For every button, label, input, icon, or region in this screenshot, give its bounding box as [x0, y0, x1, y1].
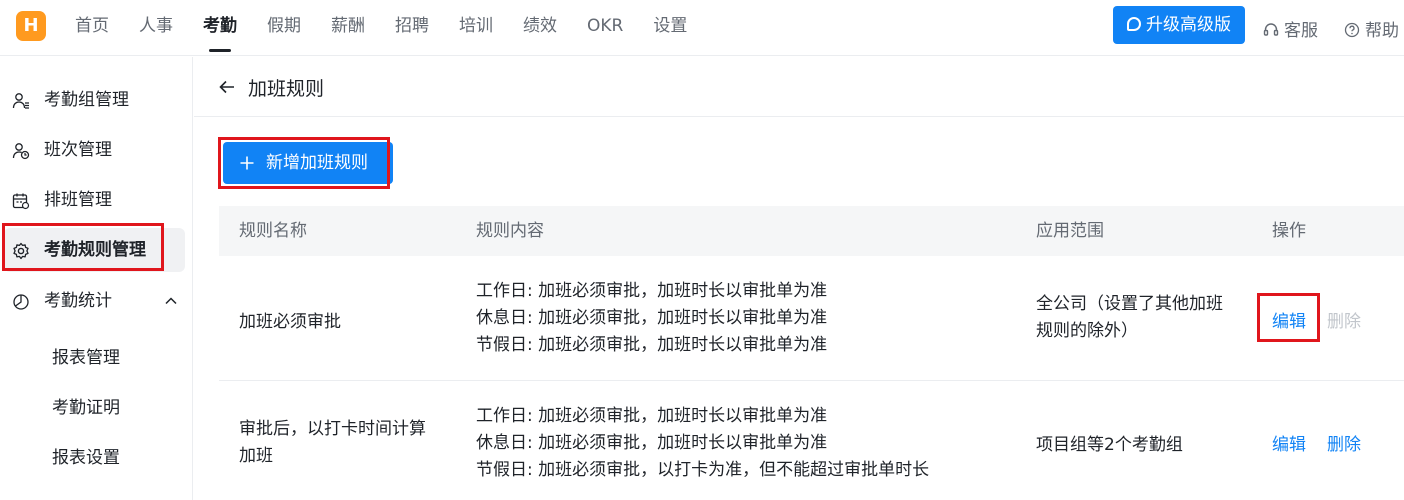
nav-item-settings[interactable]: 设置 — [653, 0, 687, 56]
main-nav: 首页 人事 考勤 假期 薪酬 招聘 培训 绩效 OKR 设置 — [60, 0, 717, 56]
sidebar-item-attendance-rules[interactable]: 考勤规则管理 — [4, 228, 185, 272]
plus-icon — [240, 156, 254, 170]
column-header-scope: 应用范围 — [1036, 221, 1104, 241]
shift-icon — [12, 143, 30, 160]
rule-name-cell: 审批后，以打卡时间计算 加班 — [239, 416, 426, 470]
rule-content-line: 工作日: 加班必须审批，加班时长以审批单为准 — [476, 406, 828, 426]
help-link[interactable]: 帮助 — [1344, 16, 1399, 41]
edit-button[interactable]: 编辑 — [1272, 430, 1306, 455]
delete-button-disabled: 删除 — [1327, 312, 1361, 332]
sidebar-item-scheduling[interactable]: 排班管理 — [0, 178, 193, 222]
page-header: 加班规则 — [194, 57, 1404, 117]
rule-content-line: 节假日: 加班必须审批，以打卡为准，但不能超过审批单时长 — [476, 460, 930, 480]
scope-cell: 全公司（设置了其他加班 规则的除外） — [1036, 291, 1223, 345]
customer-service-link[interactable]: 客服 — [1263, 16, 1318, 41]
sidebar-item-label: 排班管理 — [44, 190, 112, 210]
sidebar-subitem-report-management[interactable]: 报表管理 — [52, 343, 120, 373]
scope-line: 全公司（设置了其他加班 — [1036, 294, 1223, 314]
upgrade-button[interactable]: 升级高级版 — [1113, 6, 1245, 44]
sidebar-subitem-attendance-certificate[interactable]: 考勤证明 — [52, 393, 120, 423]
top-navigation-bar: H 首页 人事 考勤 假期 薪酬 招聘 培训 绩效 OKR 设置 升级高级版 客… — [0, 0, 1404, 56]
nav-item-home[interactable]: 首页 — [75, 0, 109, 56]
rule-name-line: 审批后，以打卡时间计算 — [239, 419, 426, 439]
add-button-label: 新增加班规则 — [266, 153, 368, 173]
nav-item-training[interactable]: 培训 — [459, 0, 493, 56]
group-icon — [12, 93, 29, 109]
rule-content-line: 节假日: 加班必须审批，加班时长以审批单为准 — [476, 335, 828, 355]
edit-button[interactable]: 编辑 — [1272, 307, 1306, 332]
calendar-icon — [12, 193, 30, 210]
rule-content-cell: 工作日: 加班必须审批，加班时长以审批单为准 休息日: 加班必须审批，加班时长以… — [476, 403, 929, 484]
rule-content-cell: 工作日: 加班必须审批，加班时长以审批单为准 休息日: 加班必须审批，加班时长以… — [476, 278, 827, 359]
chat-bubble-icon — [1127, 17, 1141, 31]
sidebar: 考勤组管理 班次管理 排班管理 考勤规则管理 考勤统计 报表管理 考勤证明 报表… — [0, 57, 193, 500]
table-row: 加班必须审批 工作日: 加班必须审批，加班时长以审批单为准 休息日: 加班必须审… — [219, 256, 1404, 381]
help-label: 帮助 — [1365, 21, 1399, 41]
nav-item-okr[interactable]: OKR — [587, 0, 623, 56]
sidebar-item-attendance-groups[interactable]: 考勤组管理 — [0, 78, 193, 122]
scope-line: 规则的除外） — [1036, 321, 1138, 341]
sidebar-subitem-report-settings[interactable]: 报表设置 — [52, 443, 120, 473]
pie-chart-icon — [13, 294, 29, 310]
rule-content-line: 工作日: 加班必须审批，加班时长以审批单为准 — [476, 281, 828, 301]
overtime-rules-table: 规则名称 规则内容 应用范围 操作 加班必须审批 工作日: 加班必须审批，加班时… — [219, 206, 1404, 500]
upgrade-label: 升级高级版 — [1146, 15, 1231, 35]
rule-content-line: 休息日: 加班必须审批，加班时长以审批单为准 — [476, 433, 828, 453]
sidebar-item-label: 考勤统计 — [44, 291, 112, 311]
rule-content-line: 休息日: 加班必须审批，加班时长以审批单为准 — [476, 308, 828, 328]
scope-cell: 项目组等2个考勤组 — [1036, 435, 1183, 455]
gear-icon — [13, 242, 29, 260]
rule-name-cell: 加班必须审批 — [239, 312, 341, 332]
column-header-actions: 操作 — [1272, 221, 1306, 241]
table-header: 规则名称 规则内容 应用范围 操作 — [219, 206, 1404, 256]
add-overtime-rule-button[interactable]: 新增加班规则 — [223, 142, 393, 184]
rule-name-line: 加班 — [239, 446, 273, 466]
help-circle-icon — [1344, 22, 1360, 38]
sidebar-item-label: 考勤规则管理 — [44, 240, 146, 260]
column-header-rule-name: 规则名称 — [239, 221, 307, 241]
service-label: 客服 — [1284, 21, 1318, 41]
sidebar-item-shifts[interactable]: 班次管理 — [0, 128, 193, 172]
chevron-up-icon[interactable] — [163, 293, 179, 309]
table-row: 审批后，以打卡时间计算 加班 工作日: 加班必须审批，加班时长以审批单为准 休息… — [219, 381, 1404, 500]
page-title: 加班规则 — [248, 78, 325, 100]
sidebar-item-label: 班次管理 — [44, 140, 112, 160]
nav-item-payroll[interactable]: 薪酬 — [331, 0, 365, 56]
nav-item-leave[interactable]: 假期 — [267, 0, 301, 56]
sidebar-item-label: 考勤组管理 — [44, 90, 129, 110]
delete-button[interactable]: 删除 — [1327, 430, 1361, 455]
sidebar-item-attendance-stats[interactable]: 考勤统计 — [0, 279, 193, 323]
headset-icon — [1263, 23, 1279, 36]
app-logo[interactable]: H — [16, 11, 46, 41]
arrow-left-icon[interactable] — [218, 78, 236, 96]
nav-item-recruitment[interactable]: 招聘 — [395, 0, 429, 56]
nav-item-performance[interactable]: 绩效 — [523, 0, 557, 56]
column-header-rule-content: 规则内容 — [476, 221, 544, 241]
nav-item-attendance[interactable]: 考勤 — [203, 0, 237, 56]
nav-item-personnel[interactable]: 人事 — [139, 0, 173, 56]
